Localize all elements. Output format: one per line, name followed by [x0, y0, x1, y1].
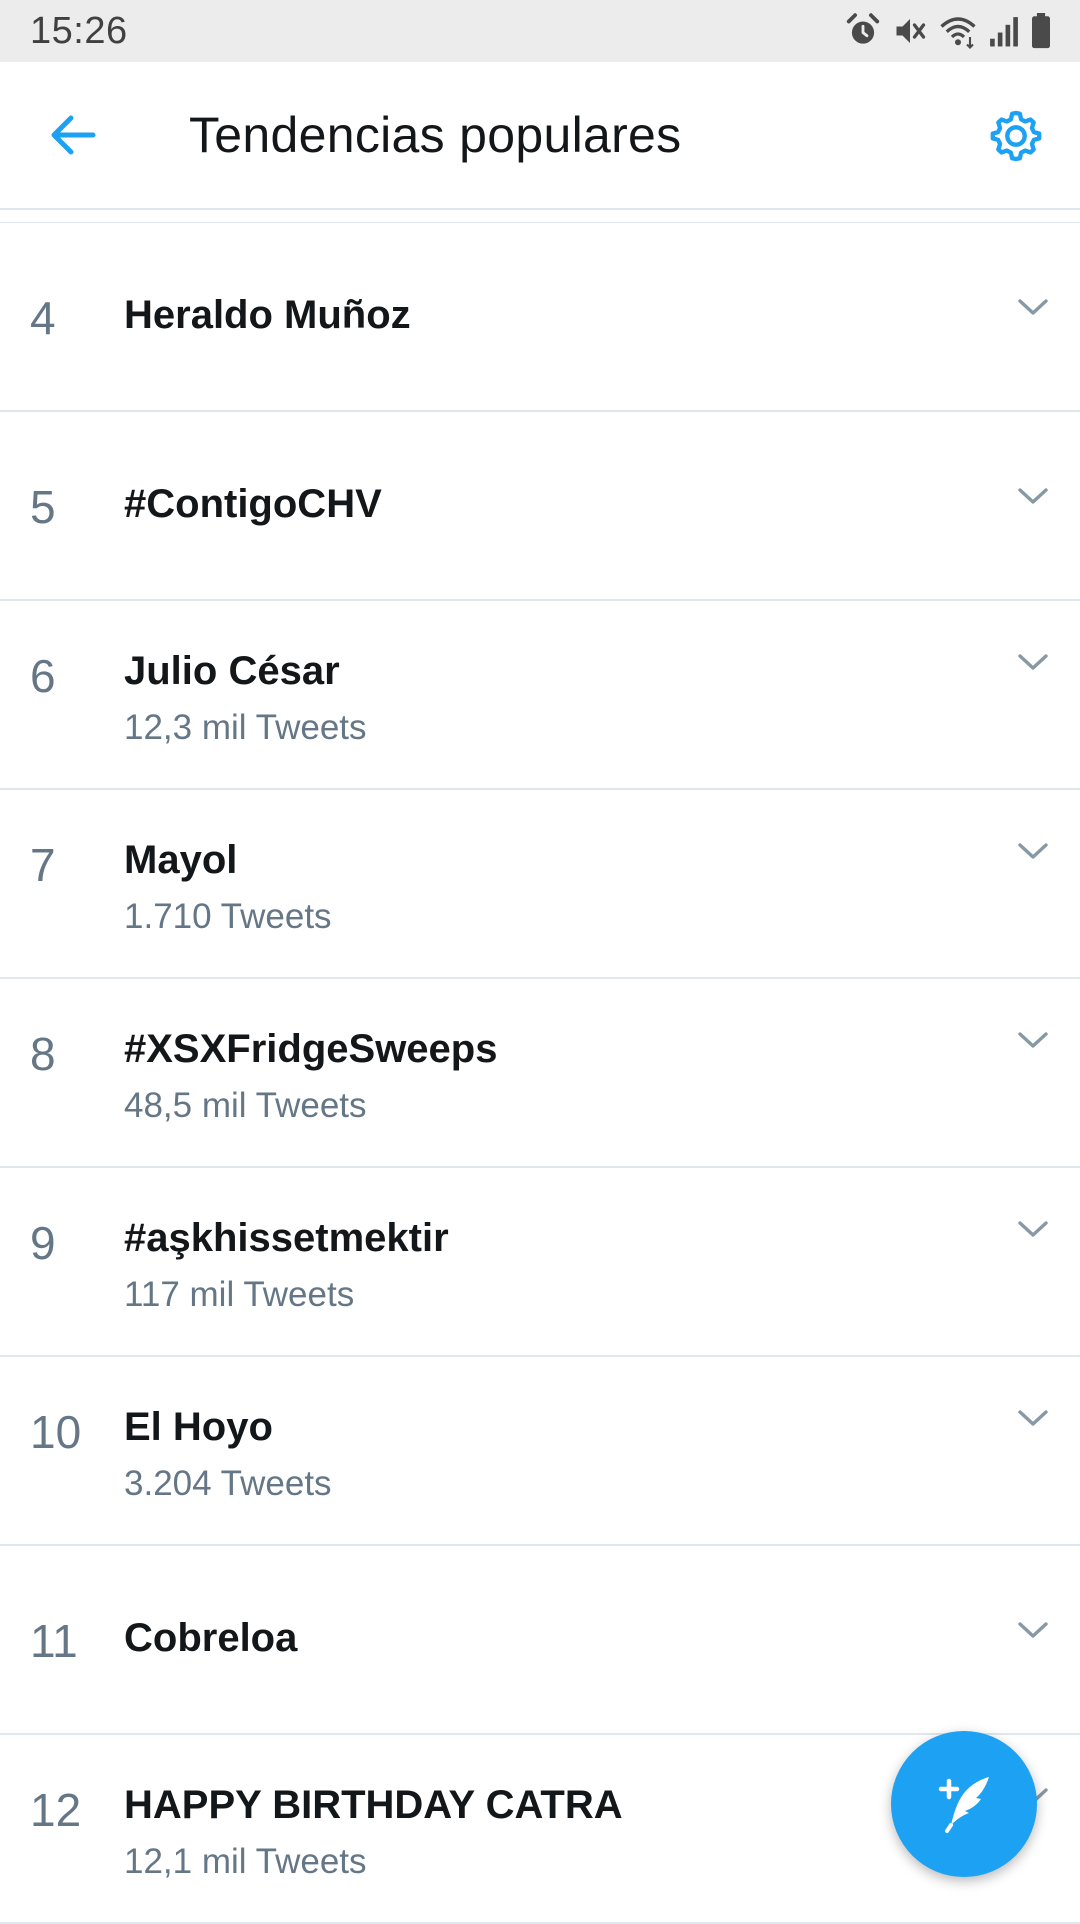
trend-rank: 12 [30, 1784, 82, 1836]
trend-rank: 9 [30, 1217, 56, 1269]
trend-tweet-count: 48,5 mil Tweets [124, 1086, 367, 1125]
trend-row[interactable]: 10 El Hoyo 3.204 Tweets [0, 1357, 1080, 1546]
trend-name: Julio César [124, 649, 340, 693]
battery-icon [1030, 13, 1052, 49]
trend-name: Cobreloa [124, 1616, 298, 1660]
trend-rank: 10 [30, 1406, 82, 1458]
trend-row[interactable]: 8 #XSXFridgeSweeps 48,5 mil Tweets [0, 979, 1080, 1168]
trend-name: Mayol [124, 838, 238, 882]
trend-name: Heraldo Muñoz [124, 293, 411, 337]
status-time: 15:26 [30, 9, 128, 52]
trend-row[interactable]: 7 Mayol 1.710 Tweets [0, 790, 1080, 979]
trend-name: #aşkhissetmektir [124, 1216, 449, 1260]
alarm-icon [844, 12, 882, 50]
trend-list: 4 Heraldo Muñoz 5 #ContigoCHV 6 Julio Cé… [0, 223, 1080, 1924]
status-bar: 15:26 [0, 0, 1080, 62]
signal-icon [988, 14, 1020, 48]
trend-tweet-count: 12,1 mil Tweets [124, 1842, 367, 1881]
trend-tweet-count: 12,3 mil Tweets [124, 708, 367, 747]
trend-row[interactable]: 4 Heraldo Muñoz [0, 223, 1080, 412]
app-bar: Tendencias populares [0, 62, 1080, 210]
status-icons [844, 12, 1052, 50]
trend-tweet-count: 117 mil Tweets [124, 1275, 355, 1314]
wifi-icon [938, 13, 978, 49]
trend-name: #ContigoCHV [124, 482, 382, 526]
chevron-down-icon[interactable] [1016, 1619, 1050, 1641]
trend-rank: 6 [30, 650, 56, 702]
trend-tweet-count: 3.204 Tweets [124, 1464, 332, 1503]
chevron-down-icon[interactable] [1016, 485, 1050, 507]
chevron-down-icon[interactable] [1016, 296, 1050, 318]
trend-name: HAPPY BIRTHDAY CATRA [124, 1783, 623, 1827]
trend-name: El Hoyo [124, 1405, 273, 1449]
compose-tweet-button[interactable] [891, 1731, 1037, 1877]
trend-name: #XSXFridgeSweeps [124, 1027, 498, 1071]
chevron-down-icon[interactable] [1016, 840, 1050, 862]
back-button[interactable] [40, 104, 106, 170]
trend-rank: 5 [30, 481, 56, 533]
page-title: Tendencias populares [189, 107, 682, 163]
chevron-down-icon[interactable] [1016, 1407, 1050, 1429]
compose-tweet-icon [929, 1767, 999, 1842]
chevron-down-icon[interactable] [1016, 1218, 1050, 1240]
trend-rank: 7 [30, 839, 56, 891]
trend-rank: 4 [30, 292, 56, 344]
trend-row[interactable]: 11 Cobreloa [0, 1546, 1080, 1735]
gear-icon [987, 107, 1045, 170]
settings-button[interactable] [980, 102, 1052, 174]
mute-icon [892, 13, 928, 49]
chevron-down-icon[interactable] [1016, 651, 1050, 673]
arrow-left-icon [49, 114, 97, 161]
trend-rank: 8 [30, 1028, 56, 1080]
chevron-down-icon[interactable] [1016, 1029, 1050, 1051]
trend-row[interactable]: 9 #aşkhissetmektir 117 mil Tweets [0, 1168, 1080, 1357]
trend-row[interactable]: 6 Julio César 12,3 mil Tweets [0, 601, 1080, 790]
trend-rank: 11 [30, 1615, 78, 1667]
trend-row[interactable]: 5 #ContigoCHV [0, 412, 1080, 601]
trend-tweet-count: 1.710 Tweets [124, 897, 332, 936]
